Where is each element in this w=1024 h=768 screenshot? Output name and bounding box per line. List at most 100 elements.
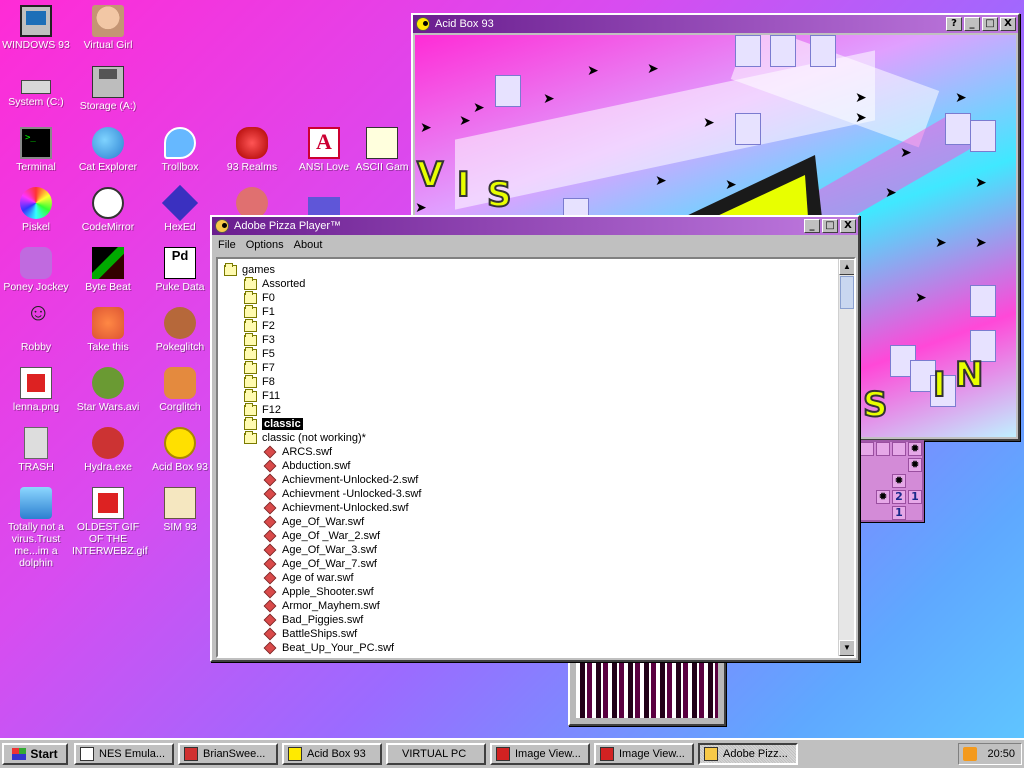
mine-cell[interactable] xyxy=(876,442,890,456)
desktop-icon-label: Terminal xyxy=(16,161,56,173)
desktop-icon-hexed[interactable]: HexEd xyxy=(144,184,216,233)
desktop-icon-oldest-gif[interactable]: OLDEST GIF OF THE INTERWEBZ.gif xyxy=(72,487,148,557)
desktop-icon-byte-beat[interactable]: Byte Beat xyxy=(72,247,144,293)
desktop-icon-codemirror[interactable]: CodeMirror xyxy=(72,187,144,233)
tree-file-row[interactable]: Achievment-Unlocked.swf xyxy=(218,501,836,515)
desktop-icon-acid-box[interactable]: Acid Box 93 xyxy=(144,427,216,473)
start-button[interactable]: Start xyxy=(2,743,68,765)
tree-folder-row[interactable]: F5 xyxy=(218,346,836,361)
mine-cell[interactable]: ✹ xyxy=(908,458,922,472)
desktop-icon-dolphin[interactable]: Totally not a virus.Trust me...im a dolp… xyxy=(0,487,72,569)
desktop-icon-trollbox[interactable]: Trollbox xyxy=(144,127,216,173)
desktop-icon-take-this[interactable]: Take this xyxy=(72,307,144,353)
tree-file-row[interactable]: Abduction.swf xyxy=(218,459,836,473)
scroll-thumb[interactable] xyxy=(840,276,854,309)
close-button[interactable]: X xyxy=(840,219,856,233)
tree-folder-row[interactable]: F12 xyxy=(218,402,836,417)
minesweeper-window[interactable]: ✹ ✹ ✹ ✹ 2 1 1 xyxy=(858,440,924,522)
desktop-icon-storage-a[interactable]: Storage (A:) xyxy=(72,66,144,112)
desktop-icon-virtual-girl[interactable]: Virtual Girl xyxy=(72,5,144,51)
tree-folder-row[interactable]: classic (not working)* xyxy=(218,430,836,445)
mine-cell[interactable]: ✹ xyxy=(876,490,890,504)
tree-folder-row[interactable]: F7 xyxy=(218,360,836,375)
acidbox-titlebar[interactable]: Acid Box 93 ? _ □ X xyxy=(413,15,1018,33)
tree-file-row[interactable]: Apple_Shooter.swf xyxy=(218,585,836,599)
scroll-down-button[interactable]: ▼ xyxy=(839,640,854,656)
desktop-icon-sim93[interactable]: SIM 93 xyxy=(144,487,216,533)
tree-folder-row[interactable]: F0 xyxy=(218,290,836,305)
taskbar-button[interactable]: Image View... xyxy=(594,743,694,765)
taskbar-button[interactable]: Adobe Pizz... xyxy=(698,743,798,765)
desktop-icon-system-c[interactable]: System (C:) xyxy=(0,66,72,108)
tree-item-label: Armor_Mayhem.swf xyxy=(282,600,380,612)
desktop-icon-terminal[interactable]: Terminal xyxy=(0,127,72,173)
image-viewer-window[interactable] xyxy=(568,658,726,726)
tree-file-row[interactable]: Age of war.swf xyxy=(218,571,836,585)
minimize-button[interactable]: _ xyxy=(964,17,980,31)
swf-file-icon xyxy=(263,529,277,543)
desktop-icon-star-wars[interactable]: Star Wars.avi xyxy=(72,367,144,413)
vertical-scrollbar[interactable]: ▲ ▼ xyxy=(838,259,854,656)
tree-folder-row[interactable]: F8 xyxy=(218,374,836,389)
tree-file-row[interactable]: Age_Of _War_2.swf xyxy=(218,529,836,543)
taskbar-button[interactable]: Acid Box 93 xyxy=(282,743,382,765)
mine-cell[interactable] xyxy=(860,442,874,456)
maximize-button[interactable]: □ xyxy=(822,219,838,233)
rss-icon[interactable] xyxy=(963,747,977,761)
desktop-icon-trash[interactable]: TRASH xyxy=(0,427,72,473)
desktop-icon-ascii-games[interactable]: ASCII Gam xyxy=(352,127,412,173)
help-button[interactable]: ? xyxy=(946,17,962,31)
desktop-icon-poney-jockey[interactable]: Poney Jockey xyxy=(0,247,72,293)
taskbar-button[interactable]: BrianSwee... xyxy=(178,743,278,765)
tree-folder-row[interactable]: F2 xyxy=(218,318,836,333)
menu-options[interactable]: Options xyxy=(246,239,284,251)
tree-folder-row[interactable]: games xyxy=(218,263,836,277)
pizza-titlebar[interactable]: Adobe Pizza Player™ _ □ X xyxy=(212,217,858,235)
desktop-icon-puke-data[interactable]: Pd Puke Data xyxy=(144,247,216,293)
taskbar-button[interactable]: NES Emula... xyxy=(74,743,174,765)
mine-number[interactable]: 1 xyxy=(908,490,922,504)
desktop-icon-93-realms[interactable]: 93 Realms xyxy=(216,127,288,173)
file-tree[interactable]: games Assorted F0 F1 F2 F3 F5 F7 F8 F11 F12 classic… xyxy=(216,257,856,658)
taskbar-button[interactable]: VIRTUAL PC xyxy=(386,743,486,765)
tree-file-row[interactable]: Armor_Mayhem.swf xyxy=(218,599,836,613)
tree-file-row[interactable]: Achievment-Unlocked-2.swf xyxy=(218,473,836,487)
folder-icon xyxy=(244,318,257,332)
maximize-button[interactable]: □ xyxy=(982,17,998,31)
tree-folder-row[interactable]: Assorted xyxy=(218,276,836,291)
tree-file-row[interactable]: ARCS.swf xyxy=(218,445,836,459)
scroll-up-button[interactable]: ▲ xyxy=(839,259,854,275)
tree-item-label: F12 xyxy=(262,404,281,416)
menu-about[interactable]: About xyxy=(294,239,323,251)
desktop-icon-windows93[interactable]: WINDOWS 93 xyxy=(0,5,72,51)
mine-cell[interactable]: ✹ xyxy=(908,442,922,456)
tree-folder-row[interactable]: F11 xyxy=(218,388,836,403)
mine-number[interactable]: 1 xyxy=(892,506,906,520)
tree-file-row[interactable]: Age_Of_War.swf xyxy=(218,515,836,529)
tree-file-row[interactable]: Beat_Up_Your_PC.swf xyxy=(218,641,836,655)
mine-cell[interactable]: ✹ xyxy=(892,474,906,488)
desktop-icon-robby[interactable]: Robby xyxy=(0,307,72,353)
tree-file-row[interactable]: Age_Of_War_3.swf xyxy=(218,543,836,557)
close-button[interactable]: X xyxy=(1000,17,1016,31)
desktop-icon-pokeglitch[interactable]: Pokeglitch xyxy=(144,307,216,353)
minimize-button[interactable]: _ xyxy=(804,219,820,233)
mine-number[interactable]: 2 xyxy=(892,490,906,504)
desktop-icon-ansi-love[interactable]: A ANSI Love xyxy=(288,127,360,173)
desktop-icon-corglitch[interactable]: Corglitch xyxy=(144,367,216,413)
tree-file-row[interactable]: BattleShips.swf xyxy=(218,627,836,641)
menu-file[interactable]: File xyxy=(218,239,236,251)
taskbar-button[interactable]: Image View... xyxy=(490,743,590,765)
tree-folder-row[interactable]: F1 xyxy=(218,304,836,319)
desktop-icon-hydra[interactable]: Hydra.exe xyxy=(72,427,144,473)
pizza-player-window[interactable]: Adobe Pizza Player™ _ □ X File Options A… xyxy=(210,215,860,662)
tree-folder-row[interactable]: F3 xyxy=(218,332,836,347)
tree-file-row[interactable]: Achievment -Unlocked-3.swf xyxy=(218,487,836,501)
tree-folder-row[interactable]: classic xyxy=(218,416,836,431)
mine-cell[interactable] xyxy=(892,442,906,456)
tree-file-row[interactable]: Bad_Piggies.swf xyxy=(218,613,836,627)
desktop-icon-piskel[interactable]: Piskel xyxy=(0,187,72,233)
desktop-icon-lenna[interactable]: lenna.png xyxy=(0,367,72,413)
tree-file-row[interactable]: Age_Of_War_7.swf xyxy=(218,557,836,571)
desktop-icon-cat-explorer[interactable]: Cat Explorer xyxy=(72,127,144,173)
